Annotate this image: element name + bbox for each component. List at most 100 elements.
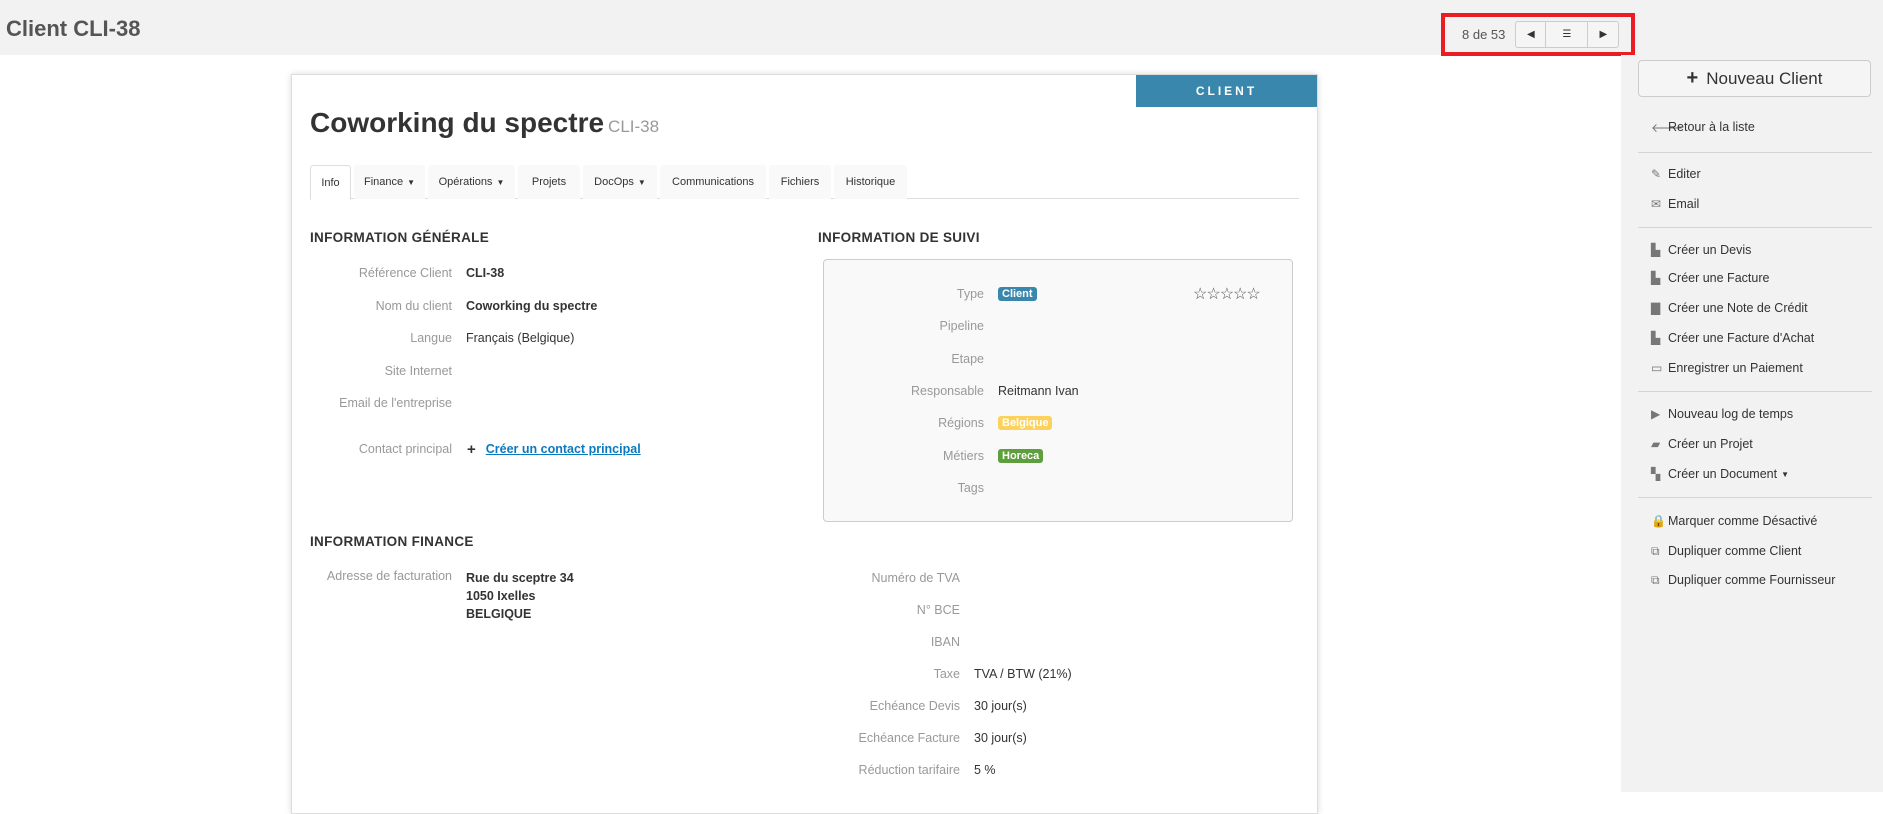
field-value: 30 jour(s) xyxy=(974,699,1027,713)
field-row: Echéance Devis 30 jour(s) xyxy=(792,696,1027,716)
sidebar-item-label: Créer un Document xyxy=(1668,467,1778,481)
field-label: Pipeline xyxy=(939,319,984,334)
badge-horeca: Horeca xyxy=(998,448,1044,463)
field-label: Langue xyxy=(410,331,452,345)
tab-historique[interactable]: Historique xyxy=(834,165,907,199)
star-icon[interactable]: ☆ xyxy=(1246,286,1260,303)
previous-button[interactable]: ◀ xyxy=(1516,22,1547,47)
star-icon[interactable]: ☆ xyxy=(1206,286,1220,303)
tab-label: Fichiers xyxy=(780,176,820,188)
field-label: Echéance Facture xyxy=(858,731,960,745)
pencil-icon: ✎ xyxy=(1651,167,1662,181)
field-row: Régions Belgique xyxy=(824,413,1053,433)
sidebar-item-label: Créer un Devis xyxy=(1668,243,1752,257)
sidebar-item-marquer-comme-d-sactiv-[interactable]: 🔒 Marquer comme Désactivé xyxy=(1651,511,1817,531)
client-name: Coworking du spectre xyxy=(310,107,605,138)
star-rating[interactable]: ☆☆☆☆☆ xyxy=(1193,284,1261,304)
tab-info[interactable]: Info xyxy=(310,165,351,200)
star-icon[interactable]: ☆ xyxy=(1220,286,1234,303)
sidebar-item-label: Créer un Projet xyxy=(1668,437,1753,451)
note-icon: ▇ xyxy=(1651,301,1661,315)
sidebar-item-label: Retour à la liste xyxy=(1668,120,1755,134)
record-count: 8 de 53 xyxy=(1462,27,1506,42)
sidebar-item-label: Nouveau log de temps xyxy=(1668,407,1794,421)
sidebar-item-cr-er-un-document[interactable]: ▚ Créer un Document ▼ xyxy=(1651,464,1789,484)
create-contact-link[interactable]: Créer un contact principal xyxy=(486,442,641,456)
sidebar-item-nouveau-log-de-temps[interactable]: ▶ Nouveau log de temps xyxy=(1651,404,1793,424)
sidebar-item-dupliquer-comme-fournisseur[interactable]: ⧉ Dupliquer comme Fournisseur xyxy=(1651,570,1835,590)
field-value: 30 jour(s) xyxy=(974,731,1027,745)
caret-down-icon: ▼ xyxy=(407,177,416,187)
field-label: IBAN xyxy=(930,635,960,649)
sidebar-item-dupliquer-comme-client[interactable]: ⧉ Dupliquer comme Client xyxy=(1651,541,1801,561)
tab-finance[interactable]: Finance ▼ xyxy=(354,165,425,199)
field-label: Nom du client xyxy=(375,298,452,313)
field-label: Site Internet xyxy=(384,363,452,378)
caret-down-icon: ▼ xyxy=(496,177,505,187)
field-row: Tags xyxy=(824,478,998,498)
tab-communications[interactable]: Communications xyxy=(660,165,766,199)
field-label: Etape xyxy=(951,351,984,366)
page-title: Client CLI-38 xyxy=(6,16,141,41)
field-row: Echéance Facture 30 jour(s) xyxy=(792,728,1027,748)
field-value: CLI-38 xyxy=(466,266,505,280)
caret-left-icon: ◀ xyxy=(1527,29,1535,40)
address-value: Rue du sceptre 34 1050 Ixelles BELGIQUE xyxy=(466,569,574,623)
field-row: Langue Français (Belgique) xyxy=(292,328,574,348)
tab-bar: Info Finance ▼ Opérations ▼ Projets DocOps ▼ Com… xyxy=(310,165,1299,200)
star-icon[interactable]: ☆ xyxy=(1193,286,1207,303)
address-row: Adresse de facturation Rue du sceptre 34… xyxy=(292,569,574,629)
list-icon: ☰ xyxy=(1562,29,1572,40)
file-icon: ▙ xyxy=(1651,243,1661,257)
address-line: BELGIQUE xyxy=(466,607,532,621)
field-label: Métiers xyxy=(943,448,984,463)
field-value: Reitmann Ivan xyxy=(998,383,1079,398)
field-label: Numéro de TVA xyxy=(871,571,960,585)
badge-client: Client xyxy=(998,287,1037,301)
sidebar-item-cr-er-une-facture[interactable]: ▙ Créer une Facture xyxy=(1651,268,1769,288)
caret-down-icon: ▼ xyxy=(637,177,646,187)
file-text-icon: ▙ xyxy=(1651,271,1661,285)
sidebar-item-label: Créer une Facture d'Achat xyxy=(1668,331,1815,345)
field-label: Référence Client xyxy=(358,266,452,280)
field-label: Email de l'entreprise xyxy=(339,396,452,410)
next-button[interactable]: ▶ xyxy=(1588,22,1618,47)
new-client-button[interactable]: + Nouveau Client xyxy=(1638,60,1871,97)
sidebar-item-retour-la-liste[interactable]: 🡐 Retour à la liste xyxy=(1651,117,1755,137)
field-row: Responsable Reitmann Ivan xyxy=(824,381,1079,401)
tab-docops[interactable]: DocOps ▼ xyxy=(583,165,657,199)
actions-sidebar: + Nouveau Client 🡐 Retour à la liste ✎ Edite… xyxy=(1621,55,1883,792)
client-title: Coworking du spectre CLI-38 xyxy=(310,107,659,139)
sidebar-item-label: Dupliquer comme Fournisseur xyxy=(1668,573,1836,587)
field-label: Echéance Devis xyxy=(869,699,960,713)
plus-icon: + xyxy=(467,440,476,458)
field-row: Taxe TVA / BTW (21%) xyxy=(792,664,1072,684)
suivi-panel: ☆☆☆☆☆ Type Client Pipeline Etape Responsable… xyxy=(823,259,1293,522)
folder-open-icon: ▰ xyxy=(1651,437,1661,451)
finance-heading: INFORMATION FINANCE xyxy=(310,534,474,549)
address-label: Adresse de facturation xyxy=(326,569,452,583)
credit-card-icon: ▭ xyxy=(1651,361,1663,375)
divider xyxy=(1638,497,1872,498)
badge-belgique: Belgique xyxy=(998,416,1053,431)
tab-label: DocOps xyxy=(594,176,634,188)
sidebar-item-cr-er-un-projet[interactable]: ▰ Créer un Projet xyxy=(1651,434,1753,454)
star-icon[interactable]: ☆ xyxy=(1233,286,1247,303)
sidebar-item-cr-er-un-devis[interactable]: ▙ Créer un Devis xyxy=(1651,240,1751,260)
field-row: IBAN xyxy=(792,632,974,652)
sidebar-item-editer[interactable]: ✎ Editer xyxy=(1651,164,1701,184)
tab-projets[interactable]: Projets xyxy=(518,165,580,199)
sidebar-item-enregistrer-un-paiement[interactable]: ▭ Enregistrer un Paiement xyxy=(1651,358,1803,378)
tab-fichiers[interactable]: Fichiers xyxy=(769,165,831,199)
new-client-label: Nouveau Client xyxy=(1706,68,1823,88)
sidebar-item-label: Créer une Facture xyxy=(1668,271,1770,285)
tab-label: Info xyxy=(321,176,340,189)
tab-oprations[interactable]: Opérations ▼ xyxy=(428,165,515,199)
field-label: Réduction tarifaire xyxy=(858,763,960,777)
sidebar-item-cr-er-une-facture-d-achat[interactable]: ▙ Créer une Facture d'Achat xyxy=(1651,328,1814,348)
sidebar-item-email[interactable]: ✉ Email xyxy=(1651,194,1699,214)
list-button[interactable]: ☰ xyxy=(1546,22,1589,47)
type-banner: CLIENT xyxy=(1136,75,1317,107)
sidebar-item-cr-er-une-note-de-cr-dit[interactable]: ▇ Créer une Note de Crédit xyxy=(1651,298,1808,318)
tab-label: Projets xyxy=(531,176,567,188)
